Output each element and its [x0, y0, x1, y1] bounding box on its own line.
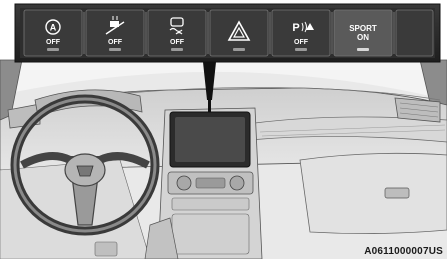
- indicator-led: [47, 48, 59, 51]
- switch-state-label: OFF: [46, 39, 61, 46]
- indicator-led: [295, 48, 307, 51]
- switch-sport-mode[interactable]: SPORTON: [333, 9, 395, 57]
- sport-mode-label: SPORT: [349, 24, 377, 33]
- left-knob: [176, 175, 192, 191]
- switch-auto-stop-start[interactable]: A OFF: [23, 9, 85, 57]
- figure-code: A0611000007US: [364, 246, 443, 257]
- switch-glyph: P: [292, 22, 299, 34]
- switch-state-label: OFF: [108, 39, 123, 46]
- switch-glyph: A: [50, 23, 57, 33]
- sport-mode-icon: SPORT: [349, 24, 377, 33]
- switch-state-label: ON: [357, 33, 369, 42]
- blank-switch: [395, 9, 434, 57]
- indicator-led: [171, 48, 183, 51]
- dashboard-drawing: A OFF OFF OFF P OFF SPORTON: [0, 3, 447, 259]
- switch-park-assist[interactable]: P OFF: [271, 9, 333, 57]
- console-bin: [171, 213, 250, 255]
- switch-hazard-warning[interactable]: [209, 9, 271, 57]
- switch-state-label: OFF: [294, 39, 309, 46]
- indicator-led: [357, 48, 369, 51]
- touchscreen-glass: [175, 117, 245, 162]
- indicator-led: [109, 48, 121, 51]
- switch-bank: A OFF OFF OFF P OFF SPORTON: [14, 3, 441, 63]
- dashboard-illustration: A OFF OFF OFF P OFF SPORT ON A0611000007US: [0, 0, 447, 259]
- indicator-led: [233, 48, 245, 51]
- switch-traction-control[interactable]: OFF: [147, 9, 209, 57]
- climate-buttons: [195, 177, 226, 189]
- right-knob: [229, 175, 245, 191]
- lower-switch-row: [171, 197, 250, 211]
- pedal: [94, 241, 118, 257]
- switch-state-label: OFF: [170, 39, 185, 46]
- glove-box: [299, 152, 447, 234]
- glove-box-handle: [384, 187, 410, 199]
- switch-hill-descent[interactable]: OFF: [85, 9, 147, 57]
